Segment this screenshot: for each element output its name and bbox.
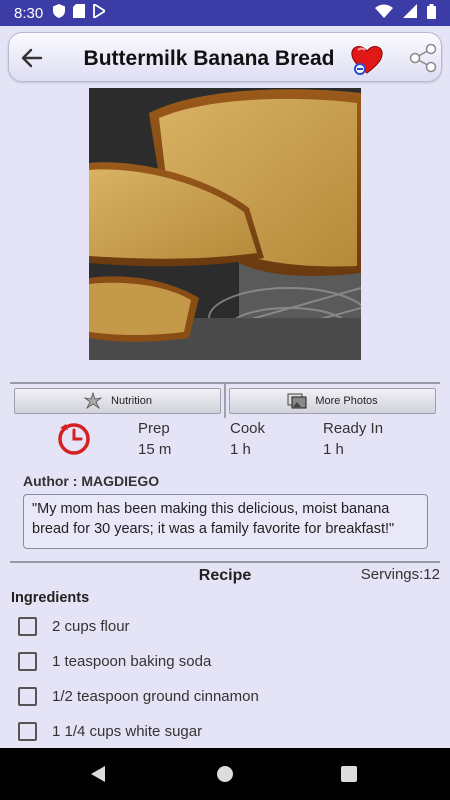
ingredient-label: 1 1/4 cups white sugar bbox=[52, 722, 203, 740]
back-arrow-icon[interactable] bbox=[19, 45, 45, 71]
more-photos-button[interactable]: More Photos bbox=[229, 388, 436, 414]
signal-icon bbox=[403, 4, 417, 22]
ingredient-checkbox[interactable] bbox=[18, 721, 37, 741]
page-title: Buttermilk Banana Bread bbox=[83, 47, 335, 70]
prep-label: Prep bbox=[138, 420, 170, 437]
ready-in-label: Ready In bbox=[323, 420, 384, 437]
share-icon[interactable] bbox=[407, 42, 439, 74]
ingredient-checkbox[interactable] bbox=[18, 651, 37, 671]
divider bbox=[10, 561, 440, 563]
battery-icon bbox=[427, 3, 436, 23]
description-line-2: bread for 30 years; it was a family favo… bbox=[32, 521, 395, 537]
ingredients-heading: Ingredients bbox=[11, 590, 90, 606]
author-label: Author : MAGDIEGO bbox=[23, 473, 160, 489]
favorite-heart-icon[interactable] bbox=[349, 41, 385, 77]
ingredient-label: 1 teaspoon baking soda bbox=[52, 652, 212, 670]
play-store-icon bbox=[93, 2, 107, 22]
ingredient-label: 2 cups flour bbox=[52, 617, 130, 635]
ingredient-label: 1/2 teaspoon ground cinnamon bbox=[52, 687, 259, 705]
ingredient-item[interactable]: 1/2 teaspoon ground cinnamon bbox=[18, 684, 259, 708]
description-line-1: "My mom has been making this delicious, … bbox=[32, 501, 390, 517]
ingredient-item[interactable]: 2 cups flour bbox=[18, 614, 130, 638]
ingredient-item[interactable]: 1 1/4 cups white sugar bbox=[18, 719, 202, 743]
cook-label: Cook bbox=[230, 420, 266, 437]
sd-card-icon bbox=[73, 4, 86, 22]
servings-label[interactable]: Servings:12 bbox=[361, 566, 440, 583]
banana-bread-photo[interactable] bbox=[89, 88, 361, 360]
ingredient-checkbox[interactable] bbox=[18, 616, 37, 636]
cook-value: 1 h bbox=[230, 441, 251, 458]
recipe-description: "My mom has been making this delicious, … bbox=[23, 494, 428, 549]
timer-icon bbox=[56, 420, 92, 456]
more-photos-label: More Photos bbox=[315, 395, 378, 407]
shield-icon bbox=[53, 4, 66, 22]
photos-icon bbox=[287, 392, 307, 410]
app-bar: Buttermilk Banana Bread bbox=[8, 32, 442, 82]
system-nav-bar bbox=[0, 748, 450, 800]
nutrition-icon bbox=[83, 391, 103, 410]
ready-in-value: 1 h bbox=[323, 441, 344, 458]
status-bar: 8:30 bbox=[0, 0, 450, 26]
nav-recents-icon[interactable] bbox=[341, 766, 357, 782]
ingredient-item[interactable]: 1 teaspoon baking soda bbox=[18, 649, 211, 673]
button-separator bbox=[224, 384, 226, 418]
ingredient-checkbox[interactable] bbox=[18, 686, 37, 706]
wifi-icon bbox=[375, 4, 393, 22]
nav-back-icon[interactable] bbox=[90, 765, 106, 788]
status-time: 8:30 bbox=[14, 4, 44, 22]
nutrition-label: Nutrition bbox=[111, 395, 152, 407]
prep-value: 15 m bbox=[138, 441, 172, 458]
nav-home-icon[interactable] bbox=[217, 766, 233, 782]
app-bar-container: Buttermilk Banana Bread bbox=[0, 26, 450, 88]
nutrition-button[interactable]: Nutrition bbox=[14, 388, 221, 414]
